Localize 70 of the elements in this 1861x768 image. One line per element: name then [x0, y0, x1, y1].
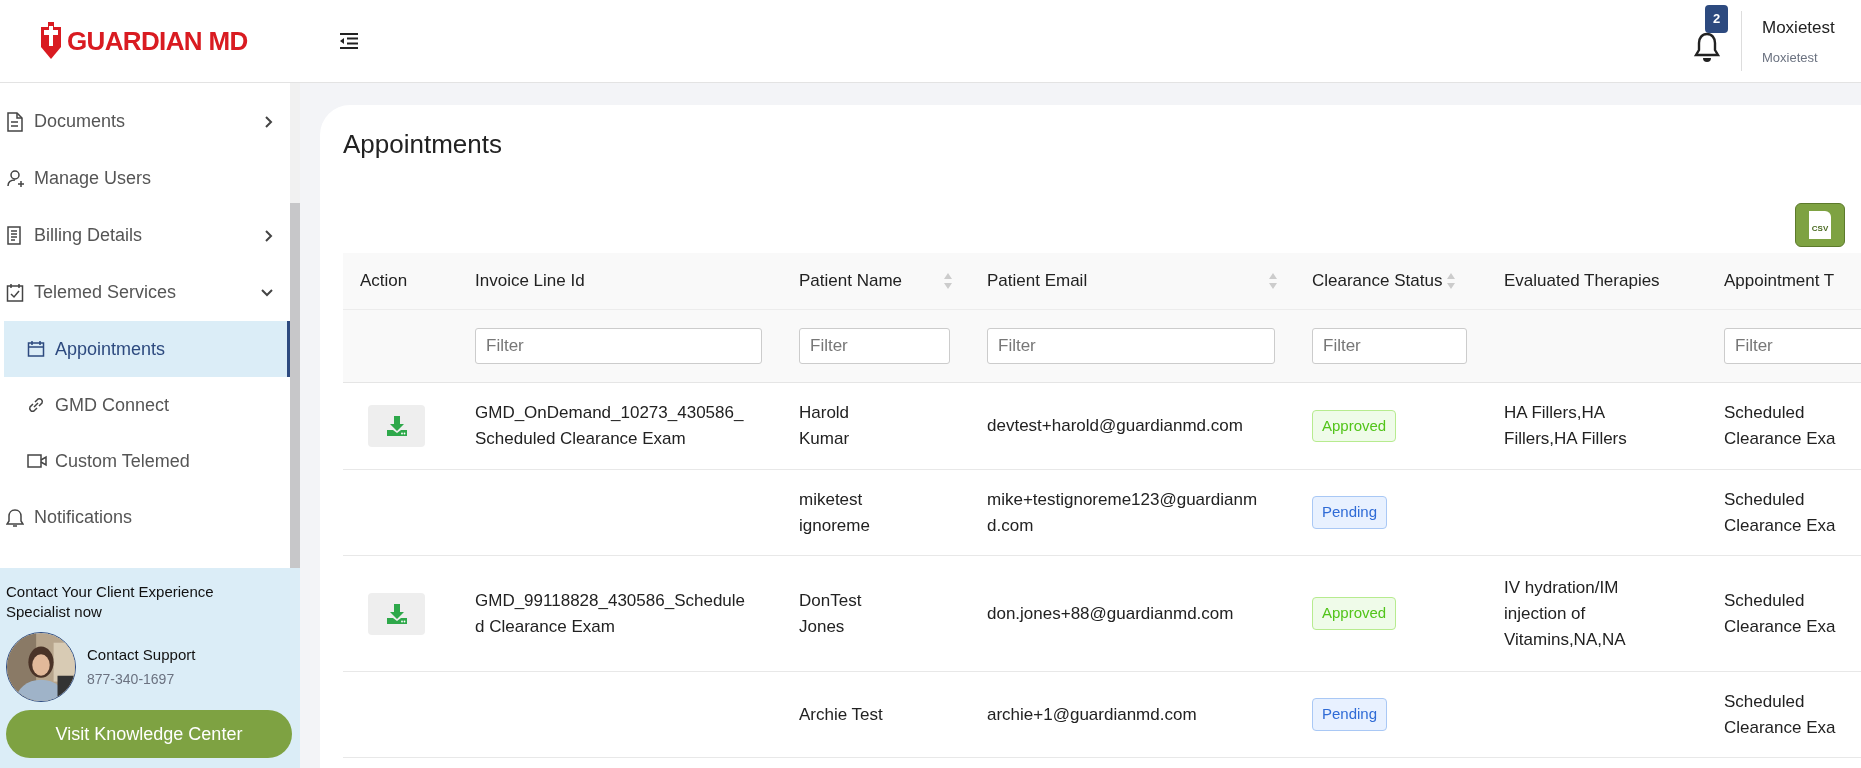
sidebar-subitem[interactable]: Appointments — [4, 321, 290, 377]
logo-text: GUARDIAN MD — [67, 24, 248, 58]
contact-phone: 877-340-1697 — [87, 670, 176, 690]
document-icon — [6, 111, 26, 132]
status-badge: Pending — [1312, 496, 1388, 529]
chevron-right-icon — [264, 114, 274, 129]
download-icon — [385, 415, 408, 437]
chevron-down-icon — [260, 287, 274, 298]
table-cell-text: devtest+harold@guardianmd.com — [987, 415, 1243, 437]
column-header: Evaluated Therapies — [1504, 270, 1660, 293]
table-cell-text: Scheduled Clearance Exa — [1724, 488, 1837, 537]
filter-field[interactable]: Filter — [475, 328, 762, 364]
notification-badge: 2 — [1705, 5, 1729, 33]
scrollbar-thumb[interactable] — [290, 203, 300, 568]
table-cell-text: don.jones+88@guardianmd.com — [987, 602, 1234, 625]
download-icon — [385, 602, 408, 625]
user-subtitle: Moxietest — [1762, 49, 1819, 67]
sort-icon[interactable] — [1268, 272, 1278, 290]
filter-field[interactable]: Filter — [799, 328, 950, 364]
filter-field[interactable]: Filter — [1312, 328, 1467, 364]
column-header: Action — [360, 270, 408, 293]
sidebar-subitem[interactable]: Custom Telemed — [4, 433, 290, 489]
table-cell-text: Scheduled Clearance Exa — [1724, 690, 1837, 739]
column-header[interactable]: Patient Name — [799, 268, 902, 294]
shield-logo-icon — [38, 21, 64, 61]
table-cell-text: miketest ignoreme — [799, 488, 871, 537]
sidebar-item[interactable]: Documents — [0, 93, 290, 150]
table-cell-text: mike+testignoreme123@guardianmd.com — [987, 488, 1259, 537]
status-badge: Pending — [1312, 698, 1388, 731]
sort-icon[interactable] — [943, 272, 953, 290]
csv-export-button[interactable]: CSV — [1795, 203, 1845, 247]
table-cell-text: Scheduled Clearance Exa — [1724, 402, 1837, 450]
table-cell-text: HA Fillers,HA Fillers,HA Fillers — [1504, 402, 1628, 450]
filter-field[interactable]: Filter — [987, 328, 1275, 364]
column-header: Appointment T — [1724, 270, 1835, 293]
status-badge: Approved — [1312, 409, 1397, 443]
filter-field[interactable]: Filter — [1724, 328, 1861, 364]
bell-icon — [6, 507, 26, 528]
chevron-right-icon — [264, 228, 274, 243]
status-badge: Approved — [1312, 597, 1397, 630]
calendar-icon — [27, 340, 47, 358]
user-name: Moxietest — [1762, 16, 1836, 39]
table-cell-text: Archie Test — [799, 703, 883, 726]
scrollbar[interactable] — [290, 83, 300, 568]
table-cell-text: DonTest Jones — [799, 589, 863, 638]
column-header[interactable]: Patient Email — [987, 268, 1088, 294]
sidebar-subitem[interactable]: GMD Connect — [4, 377, 290, 433]
column-header[interactable]: Clearance Status — [1312, 268, 1443, 294]
video-icon — [27, 453, 47, 469]
sort-icon[interactable] — [1446, 272, 1457, 290]
table-cell-text: IV hydration/IM injection of Vitamins,NA,NA — [1504, 576, 1627, 651]
contact-name: Contact Support — [87, 644, 196, 665]
sidebar-item[interactable]: Manage Users — [0, 150, 290, 207]
sidebar-item[interactable]: Billing Details — [0, 207, 290, 264]
download-button[interactable] — [368, 592, 425, 635]
table-cell-text: Scheduled Clearance Exa — [1724, 589, 1837, 638]
sidebar-item[interactable]: Notifications — [0, 489, 290, 546]
bell-icon[interactable] — [1693, 31, 1721, 63]
csv-label: CSV — [1809, 211, 1831, 239]
table-cell-text: Harold Kumar — [799, 402, 851, 450]
download-button[interactable] — [368, 405, 425, 447]
table-cell-text: archie+1@guardianmd.com — [987, 703, 1197, 726]
users-icon — [6, 168, 26, 189]
calendar-check-icon — [6, 282, 26, 303]
column-header: Invoice Line Id — [475, 270, 585, 293]
page-title: Appointments — [343, 128, 503, 161]
contact-title: Contact Your Client Experience Specialist now — [6, 582, 215, 622]
table-cell-text: GMD_99118828_430586_Scheduled Clearance Exam — [475, 589, 747, 638]
sidebar-item[interactable]: Telemed Services — [0, 264, 290, 321]
table-cell-text: GMD_OnDemand_10273_430586_Scheduled Clearance Exam — [475, 402, 745, 450]
